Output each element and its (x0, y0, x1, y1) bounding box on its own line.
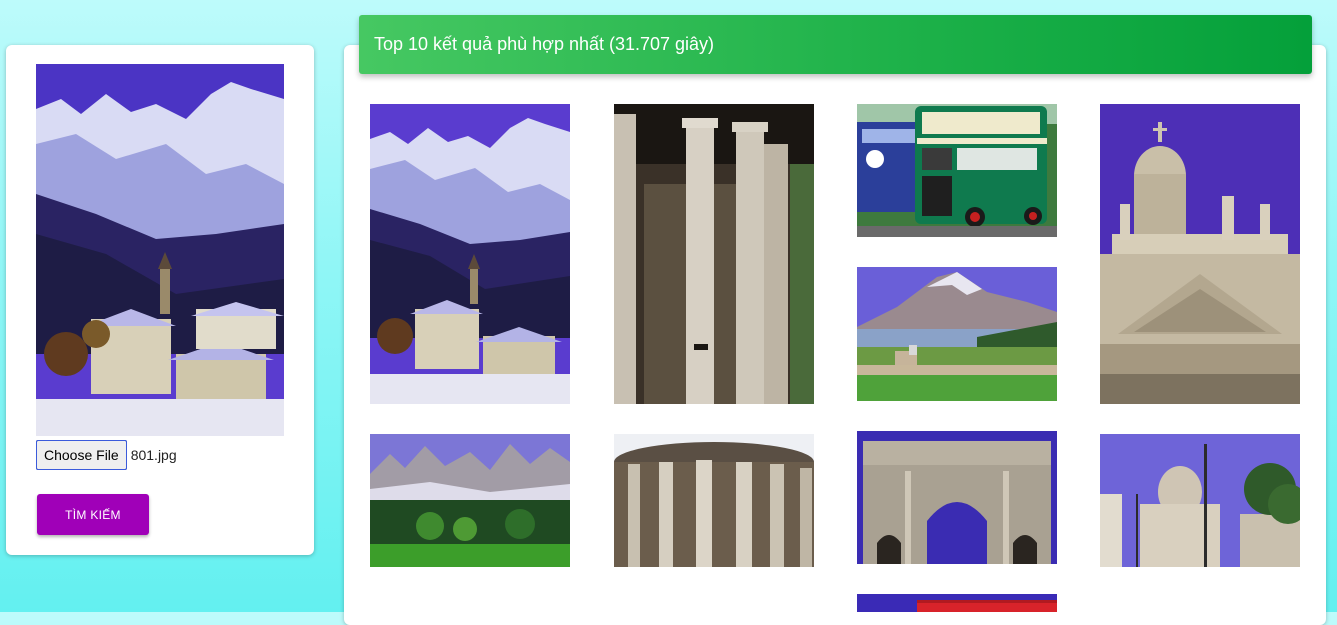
result-double-decker-buses[interactable] (857, 104, 1057, 237)
result-round-temple[interactable] (614, 434, 814, 567)
result-jagged-peaks-forest[interactable] (370, 434, 570, 567)
selected-file-name: 801.jpg (130, 447, 177, 463)
result-ancient-columns[interactable] (614, 104, 814, 404)
result-mountain-lake[interactable] (857, 267, 1057, 401)
result-alpine-village[interactable] (370, 104, 570, 404)
result-red-bus-partial[interactable] (857, 594, 1057, 612)
results-summary-banner: Top 10 kết quả phù hợp nhất (31.707 giây… (359, 15, 1312, 74)
search-button[interactable]: TÌM KIẾM (37, 494, 149, 535)
choose-file-button[interactable]: Choose File (36, 440, 127, 470)
query-image (36, 64, 284, 436)
result-triumphal-arch[interactable] (857, 431, 1057, 564)
file-input-row: Choose File 801.jpg (36, 440, 177, 470)
result-basilica-facade[interactable] (1100, 104, 1300, 404)
result-st-peters-street[interactable] (1100, 434, 1300, 567)
results-summary-text: Top 10 kết quả phù hợp nhất (31.707 giây… (374, 34, 715, 54)
